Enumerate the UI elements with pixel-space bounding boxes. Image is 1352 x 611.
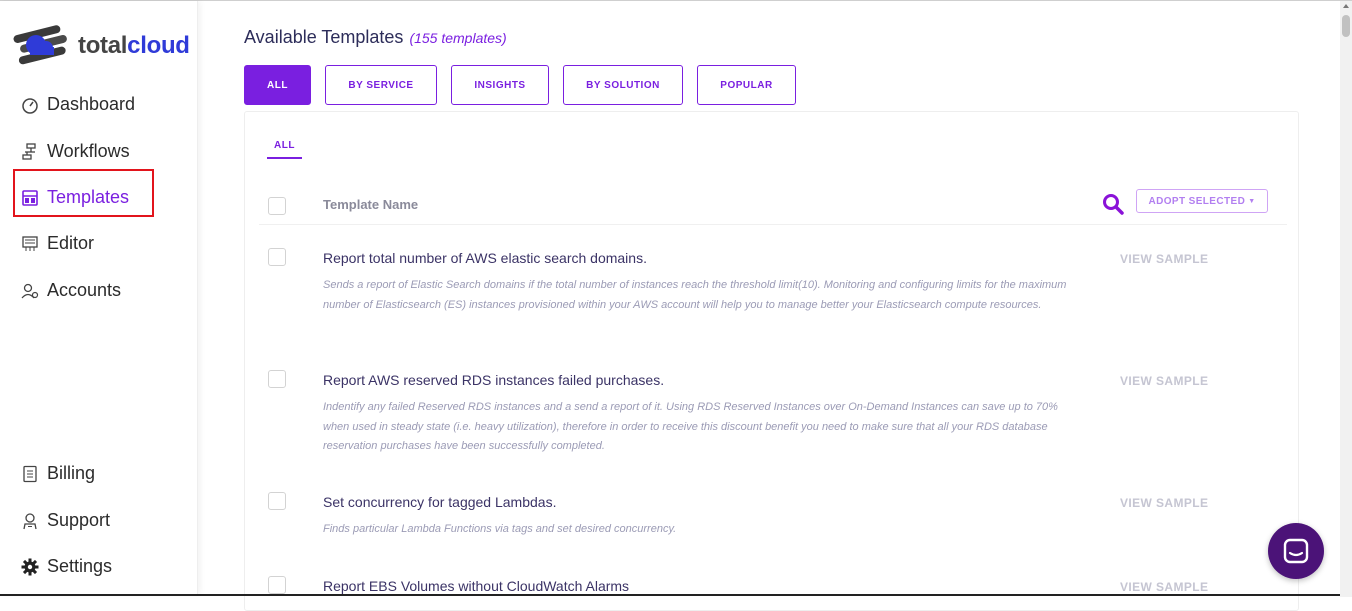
filter-by-service-button[interactable]: BY SERVICE (325, 65, 437, 105)
template-title[interactable]: Report total number of AWS elastic searc… (323, 250, 647, 266)
templates-card: ALL Template Name ADOPT SELECTED ▼ Repor… (244, 111, 1299, 611)
tab-all[interactable]: ALL (267, 140, 302, 159)
filter-insights-button[interactable]: INSIGHTS (451, 65, 549, 105)
filter-by-solution-button[interactable]: BY SOLUTION (563, 65, 683, 105)
sidebar-item-label: Accounts (47, 280, 122, 300)
workflow-icon (20, 142, 40, 162)
logo[interactable]: totalcloud (12, 21, 190, 71)
sidebar-item-label: Editor (47, 233, 95, 253)
chevron-down-icon: ▼ (1248, 197, 1256, 205)
column-header-template-name: Template Name (323, 197, 419, 212)
page-scrollbar[interactable] (1340, 1, 1352, 597)
chat-icon (1283, 538, 1309, 564)
search-icon[interactable] (1101, 192, 1125, 216)
editor-icon (20, 234, 40, 254)
support-icon (20, 511, 40, 531)
template-title[interactable]: Report AWS reserved RDS instances failed… (323, 372, 664, 388)
template-title[interactable]: Report EBS Volumes without CloudWatch Al… (323, 578, 629, 594)
filter-popular-button[interactable]: POPULAR (697, 65, 796, 105)
select-all-checkbox[interactable] (268, 197, 286, 215)
view-sample-button[interactable]: VIEW SAMPLE (1120, 252, 1208, 266)
template-description: Finds particular Lambda Functions via ta… (323, 523, 677, 535)
sidebar-item-dashboard[interactable]: Dashboard (20, 94, 135, 115)
template-count: (155 templates) (409, 30, 507, 46)
logo-icon (13, 25, 67, 65)
view-sample-button[interactable]: VIEW SAMPLE (1120, 580, 1208, 594)
template-title[interactable]: Set concurrency for tagged Lambdas. (323, 494, 556, 510)
scroll-up-icon[interactable] (1343, 4, 1349, 8)
sidebar-item-settings[interactable]: Settings (20, 556, 112, 577)
row-checkbox[interactable] (268, 492, 286, 510)
sidebar-item-label: Dashboard (47, 94, 136, 114)
template-description: Sends a report of Elastic Search domains… (323, 279, 1067, 311)
view-sample-button[interactable]: VIEW SAMPLE (1120, 496, 1208, 510)
sidebar-item-workflows[interactable]: Workflows (20, 141, 130, 162)
view-sample-button[interactable]: VIEW SAMPLE (1120, 374, 1208, 388)
row-checkbox[interactable] (268, 248, 286, 266)
adopt-selected-button[interactable]: ADOPT SELECTED ▼ (1136, 189, 1268, 213)
sidebar-item-label: Support (47, 510, 111, 530)
row-checkbox[interactable] (268, 370, 286, 388)
highlight-box (13, 169, 154, 217)
sidebar-item-label: Billing (47, 463, 96, 483)
sidebar-item-accounts[interactable]: Accounts (20, 280, 121, 301)
sidebar-item-label: Workflows (47, 141, 130, 161)
sidebar-item-billing[interactable]: Billing (20, 463, 95, 484)
gear-icon (20, 557, 40, 577)
accounts-icon (20, 281, 40, 301)
gauge-icon (20, 95, 40, 115)
scroll-thumb[interactable] (1342, 15, 1350, 37)
sidebar: totalcloud Dashboard Workflows Templates… (0, 1, 198, 594)
row-checkbox[interactable] (268, 576, 286, 594)
filter-all-button[interactable]: ALL (244, 65, 311, 105)
billing-icon (20, 464, 40, 484)
sidebar-item-label: Settings (47, 556, 113, 576)
sidebar-item-support[interactable]: Support (20, 510, 110, 531)
logo-text: totalcloud (78, 32, 190, 59)
sidebar-item-editor[interactable]: Editor (20, 233, 94, 254)
page-title: Available Templates (155 templates) (244, 27, 507, 47)
divider (259, 224, 1287, 225)
template-description: Indentify any failed Reserved RDS instan… (323, 401, 1058, 452)
main-content: Available Templates (155 templates) ALL B… (198, 1, 1340, 611)
chat-launcher-button[interactable] (1268, 523, 1324, 579)
